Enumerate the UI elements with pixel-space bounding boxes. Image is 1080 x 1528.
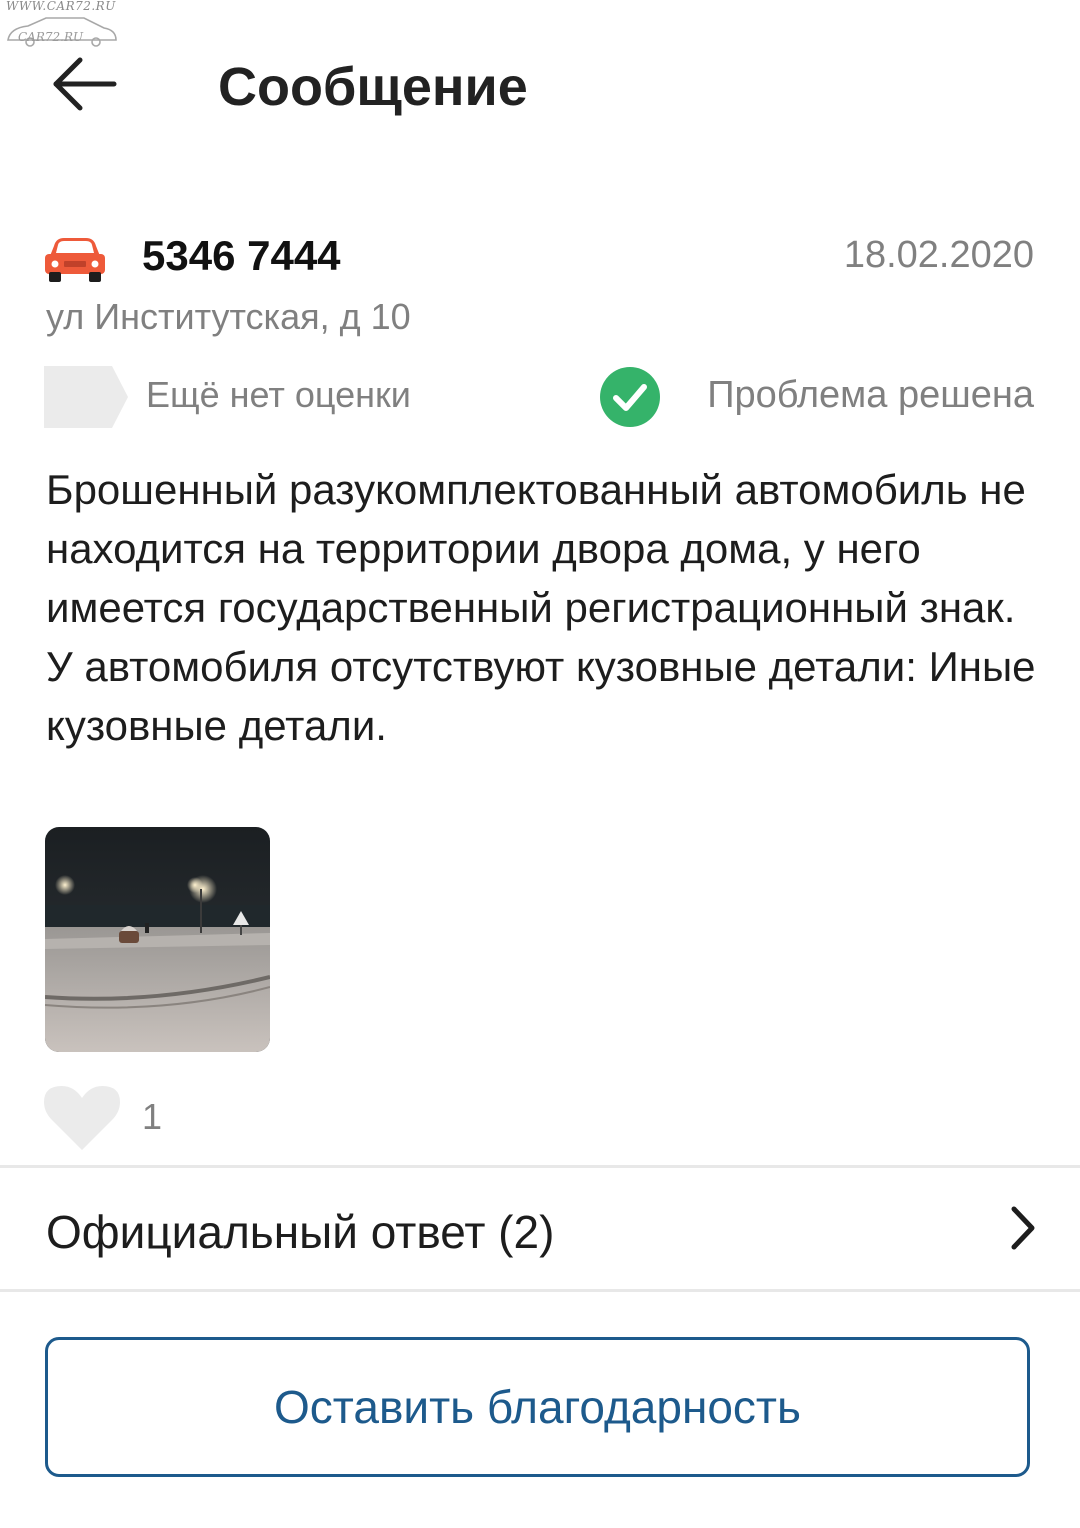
watermark-url: WWW.CAR72.RU [6, 0, 116, 13]
rating-badge-icon [44, 366, 130, 428]
problem-status: Проблема решена [707, 374, 1034, 416]
report-address: ул Институтская, д 10 [46, 296, 411, 337]
divider [0, 1165, 1080, 1168]
like-count: 1 [142, 1096, 163, 1137]
arrow-left-icon [53, 57, 117, 111]
official-answer-label: Официальный ответ (2) [46, 1206, 555, 1258]
report-description: Брошенный разукомплектованный автомобиль… [46, 466, 1036, 749]
report-date: 18.02.2020 [843, 234, 1034, 276]
top-app-bar: Сообщение [0, 40, 1080, 140]
divider [0, 1289, 1080, 1292]
leave-thanks-button[interactable]: Оставить благодарность [45, 1337, 1030, 1477]
plate-number: 5346 7444 [142, 232, 341, 279]
report-photo[interactable] [45, 827, 270, 1052]
check-circle-icon [599, 366, 661, 428]
car-icon [44, 236, 106, 284]
back-button[interactable] [44, 54, 124, 114]
page-title: Сообщение [218, 57, 528, 117]
heart-icon [44, 1086, 120, 1150]
rating-status: Ещё нет оценки [146, 374, 411, 415]
like-button[interactable] [44, 1084, 120, 1152]
leave-thanks-label: Оставить благодарность [274, 1381, 801, 1433]
official-answer-row[interactable]: Официальный ответ (2) [0, 1169, 1080, 1289]
chevron-right-icon [1010, 1205, 1036, 1251]
